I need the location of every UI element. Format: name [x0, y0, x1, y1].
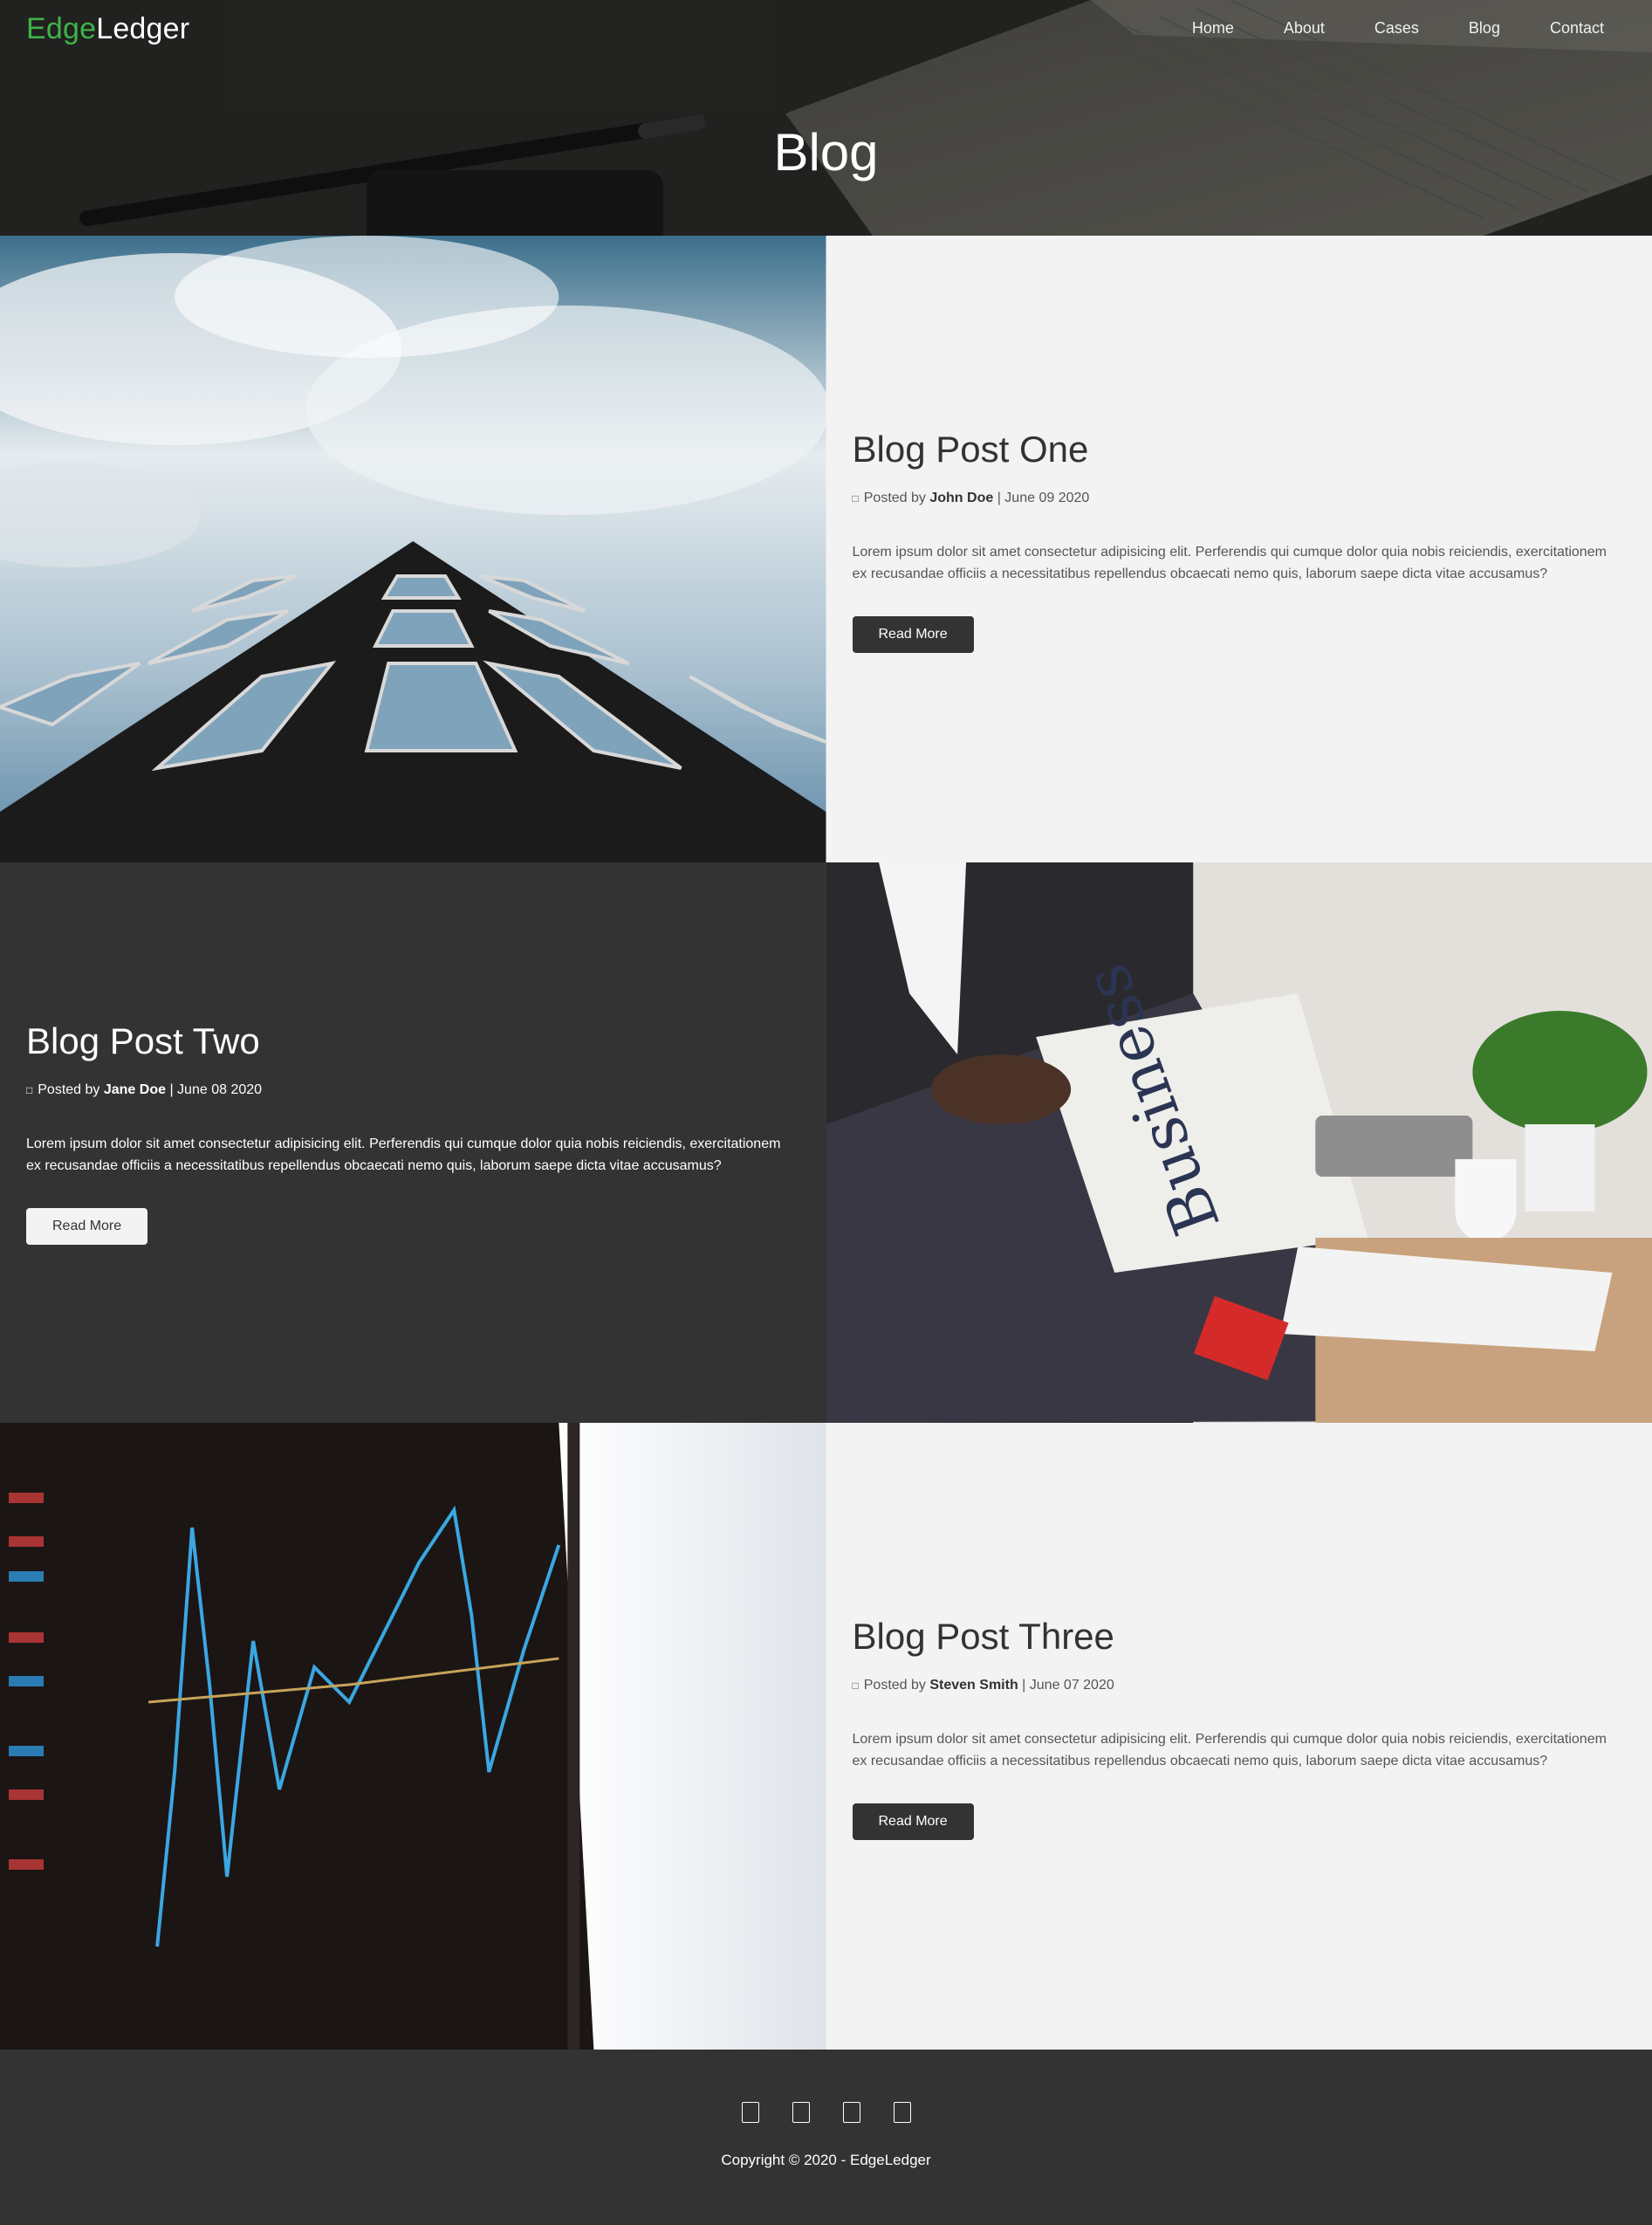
user-icon: □	[853, 492, 859, 505]
nav-contact[interactable]: Contact	[1550, 19, 1604, 38]
user-icon: □	[853, 1679, 859, 1692]
post-excerpt: Lorem ipsum dolor sit amet consectetur a…	[853, 1728, 1618, 1772]
post-excerpt: Lorem ipsum dolor sit amet consectetur a…	[26, 1133, 792, 1177]
footer: Copyright © 2020 - EdgeLedger	[0, 2050, 1652, 2225]
post-date: | June 07 2020	[1022, 1678, 1114, 1693]
read-more-button[interactable]: Read More	[853, 1803, 974, 1840]
post-meta: □ Posted by Steven Smith | June 07 2020	[853, 1678, 1618, 1693]
post-title[interactable]: Blog Post Two	[26, 1021, 792, 1061]
posted-by-label: Posted by	[864, 1678, 926, 1693]
logo-edge: Edge	[26, 12, 96, 45]
nav-cases[interactable]: Cases	[1374, 19, 1419, 38]
post-3-image	[0, 1423, 826, 2050]
blog-post-2: Blog Post Two □ Posted by Jane Doe | June…	[0, 862, 1652, 1423]
post-date: | June 09 2020	[997, 491, 1090, 505]
post-author: Jane Doe	[104, 1082, 166, 1097]
user-icon: □	[26, 1084, 32, 1096]
blog-post-1: Blog Post One □ Posted by John Doe | June…	[0, 236, 1652, 862]
post-author: Steven Smith	[929, 1678, 1018, 1693]
read-more-button[interactable]: Read More	[26, 1208, 147, 1245]
post-1-content-panel: Blog Post One □ Posted by John Doe | June…	[826, 236, 1652, 862]
post-meta: □ Posted by John Doe | June 09 2020	[853, 491, 1618, 506]
post-excerpt: Lorem ipsum dolor sit amet consectetur a…	[853, 541, 1618, 585]
post-2-content: Blog Post Two □ Posted by Jane Doe | June…	[26, 1021, 792, 1245]
instagram-icon[interactable]	[843, 2102, 860, 2123]
linkedin-icon[interactable]	[894, 2102, 911, 2123]
nav-blog[interactable]: Blog	[1469, 19, 1500, 38]
post-2-content-panel: Blog Post Two □ Posted by Jane Doe | June…	[0, 862, 826, 1423]
facebook-icon[interactable]	[792, 2102, 810, 2123]
read-more-button[interactable]: Read More	[853, 616, 974, 653]
post-title[interactable]: Blog Post Three	[853, 1617, 1618, 1657]
post-3-content-panel: Blog Post Three □ Posted by Steven Smith …	[826, 1423, 1652, 2050]
post-1-image	[0, 236, 826, 862]
main-nav: Home About Cases Blog Contact	[1142, 19, 1604, 38]
posted-by-label: Posted by	[38, 1082, 99, 1097]
post-1-content: Blog Post One □ Posted by John Doe | June…	[853, 429, 1618, 653]
copyright: Copyright © 2020 - EdgeLedger	[0, 2152, 1652, 2169]
page-title: Blog	[0, 122, 1652, 182]
post-3-content: Blog Post Three □ Posted by Steven Smith …	[853, 1617, 1618, 1840]
logo-ledger: Ledger	[96, 12, 189, 45]
hero-header: EdgeLedger Home About Cases Blog Contact…	[0, 0, 1652, 236]
post-meta: □ Posted by Jane Doe | June 08 2020	[26, 1082, 792, 1098]
logo[interactable]: EdgeLedger	[26, 12, 189, 46]
nav-about[interactable]: About	[1284, 19, 1325, 38]
social-links	[0, 2102, 1652, 2123]
post-author: John Doe	[929, 491, 993, 505]
twitter-icon[interactable]	[742, 2102, 759, 2123]
nav-home[interactable]: Home	[1192, 19, 1234, 38]
post-title[interactable]: Blog Post One	[853, 429, 1618, 470]
posted-by-label: Posted by	[864, 491, 926, 505]
post-date: | June 08 2020	[169, 1082, 262, 1097]
blog-post-3: Blog Post Three □ Posted by Steven Smith …	[0, 1423, 1652, 2050]
post-2-image: Business	[826, 862, 1652, 1423]
